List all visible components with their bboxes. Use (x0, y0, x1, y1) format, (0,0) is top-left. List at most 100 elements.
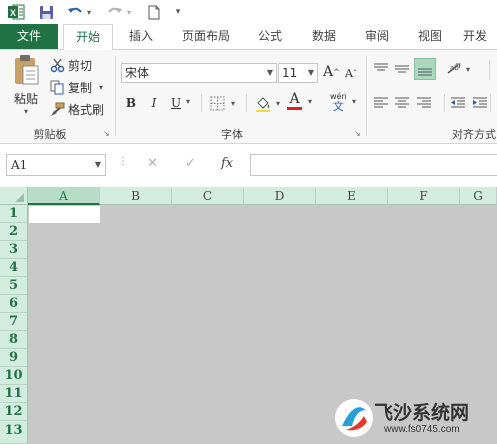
column-header-g[interactable]: G (460, 187, 497, 205)
column-header-f[interactable]: F (388, 187, 460, 205)
tab-insert[interactable]: 插入 (117, 24, 165, 49)
redo-icon[interactable] (106, 3, 124, 21)
save-icon[interactable] (37, 3, 55, 21)
insert-function-button[interactable]: fx (221, 156, 233, 171)
copy-dropdown-icon[interactable]: ▾ (99, 83, 103, 92)
tab-data[interactable]: 数据 (302, 24, 346, 49)
align-right-icon (417, 97, 431, 108)
row-header-4[interactable]: 4 (0, 259, 28, 277)
tab-formulas[interactable]: 公式 (248, 24, 292, 49)
underline-button[interactable]: U (169, 94, 183, 112)
bold-button[interactable]: B (124, 94, 138, 112)
cut-label: 剪切 (68, 58, 93, 73)
group-separator (366, 56, 367, 136)
row-header-9[interactable]: 9 (0, 349, 28, 367)
watermark-url: www.fs0745.com (384, 424, 460, 435)
text-orientation-icon: ab (447, 63, 461, 74)
font-name-combo[interactable]: 宋体 ▼ (121, 63, 277, 83)
alignment-group-label: 对齐方式 (452, 128, 496, 141)
group-separator (115, 56, 116, 136)
active-cell-a1[interactable] (29, 206, 100, 223)
tab-page-layout[interactable]: 页面布局 (171, 24, 241, 49)
row-header-10[interactable]: 10 (0, 367, 28, 385)
font-name-value: 宋体 (125, 66, 150, 80)
row-header-7[interactable]: 7 (0, 313, 28, 331)
align-bottom-button[interactable] (414, 58, 436, 80)
chevron-down-icon[interactable]: ▾ (276, 99, 280, 108)
scissors-icon (50, 58, 65, 72)
redo-dropdown-icon[interactable]: ▾ (124, 3, 134, 21)
cut-button[interactable]: 剪切 (50, 56, 92, 74)
format-painter-button[interactable]: 格式刷 (50, 100, 104, 118)
align-left-button[interactable] (373, 96, 389, 113)
separator (201, 94, 202, 112)
increase-font-size-button[interactable]: A ^ (323, 62, 340, 82)
customize-qat-icon[interactable]: ▾ (172, 3, 184, 21)
shrink-font-letter: A (345, 66, 353, 80)
undo-icon[interactable] (66, 3, 84, 21)
cancel-icon[interactable]: ✕ (147, 156, 158, 171)
tab-review[interactable]: 审阅 (355, 24, 399, 49)
column-header-e[interactable]: E (316, 187, 388, 205)
row-header-13[interactable]: 13 (0, 421, 28, 444)
decrease-indent-button[interactable] (450, 96, 466, 113)
row-header-2[interactable]: 2 (0, 223, 28, 241)
column-header-d[interactable]: D (244, 187, 316, 205)
align-top-button[interactable] (373, 62, 389, 79)
paste-dropdown-icon[interactable]: ▾ (24, 107, 28, 116)
row-header-8[interactable]: 8 (0, 331, 28, 349)
format-painter-label: 格式刷 (68, 102, 105, 117)
phonetic-dropdown-icon[interactable]: ▾ (352, 97, 356, 106)
decrease-indent-icon (451, 97, 465, 108)
column-header-c[interactable]: C (172, 187, 244, 205)
row-header-1[interactable]: 1 (0, 205, 28, 223)
tab-developer[interactable]: 开发 (463, 24, 497, 49)
tab-file[interactable]: 文件 (0, 24, 58, 49)
caret-up-icon: ^ (333, 67, 340, 77)
row-header-12[interactable]: 12 (0, 403, 28, 421)
font-dialog-launcher-icon[interactable]: ↘ (354, 129, 361, 138)
paste-button[interactable]: 粘贴 ▾ (6, 54, 46, 120)
clipboard-dialog-launcher-icon[interactable]: ↘ (103, 129, 110, 138)
column-header-b[interactable]: B (100, 187, 172, 205)
copy-button[interactable]: 复制 ▾ (50, 78, 103, 96)
borders-button[interactable]: ▾ (210, 95, 235, 111)
chevron-down-icon[interactable]: ▼ (95, 155, 101, 175)
watermark-logo-icon (335, 399, 373, 437)
chevron-down-icon[interactable]: ▾ (231, 99, 235, 108)
row-header-11[interactable]: 11 (0, 385, 28, 403)
align-center-button[interactable] (394, 96, 410, 113)
underline-dropdown-icon[interactable]: ▾ (186, 97, 190, 106)
undo-dropdown-icon[interactable]: ▾ (84, 3, 94, 21)
font-color-button[interactable]: A (287, 92, 302, 114)
fill-color-button[interactable]: ▾ (255, 94, 280, 112)
chevron-down-icon[interactable]: ▾ (466, 65, 470, 74)
font-size-combo[interactable]: 11 ▼ (278, 63, 318, 83)
decrease-font-size-button[interactable]: Aˇ (345, 64, 357, 82)
tab-view[interactable]: 视图 (408, 24, 452, 49)
font-color-letter: A (289, 91, 300, 107)
font-group-label: 字体 (221, 128, 243, 141)
phonetic-guide-button[interactable]: wén 文 (330, 92, 347, 114)
orientation-button[interactable]: ab ▾ (446, 61, 470, 77)
italic-button[interactable]: I (147, 94, 161, 112)
name-box[interactable]: A1 ▼ (6, 154, 106, 176)
increase-indent-button[interactable] (472, 96, 488, 113)
select-all-button[interactable] (0, 187, 28, 205)
align-top-icon (374, 63, 388, 71)
row-header-5[interactable]: 5 (0, 277, 28, 295)
tab-home[interactable]: 开始 (63, 24, 113, 51)
new-document-icon[interactable] (146, 3, 162, 21)
column-header-a[interactable]: A (28, 187, 100, 205)
enter-icon[interactable]: ✓ (185, 156, 196, 171)
align-center-icon (395, 97, 409, 108)
row-header-6[interactable]: 6 (0, 295, 28, 313)
drag-handle-icon[interactable]: ⋮ (118, 156, 128, 167)
svg-text:ab: ab (450, 64, 459, 72)
formula-input[interactable] (250, 154, 497, 176)
align-right-button[interactable] (416, 96, 432, 113)
align-middle-button[interactable] (394, 62, 410, 79)
row-header-3[interactable]: 3 (0, 241, 28, 259)
paint-bucket-icon (256, 96, 270, 112)
font-color-dropdown-icon[interactable]: ▾ (308, 97, 312, 106)
